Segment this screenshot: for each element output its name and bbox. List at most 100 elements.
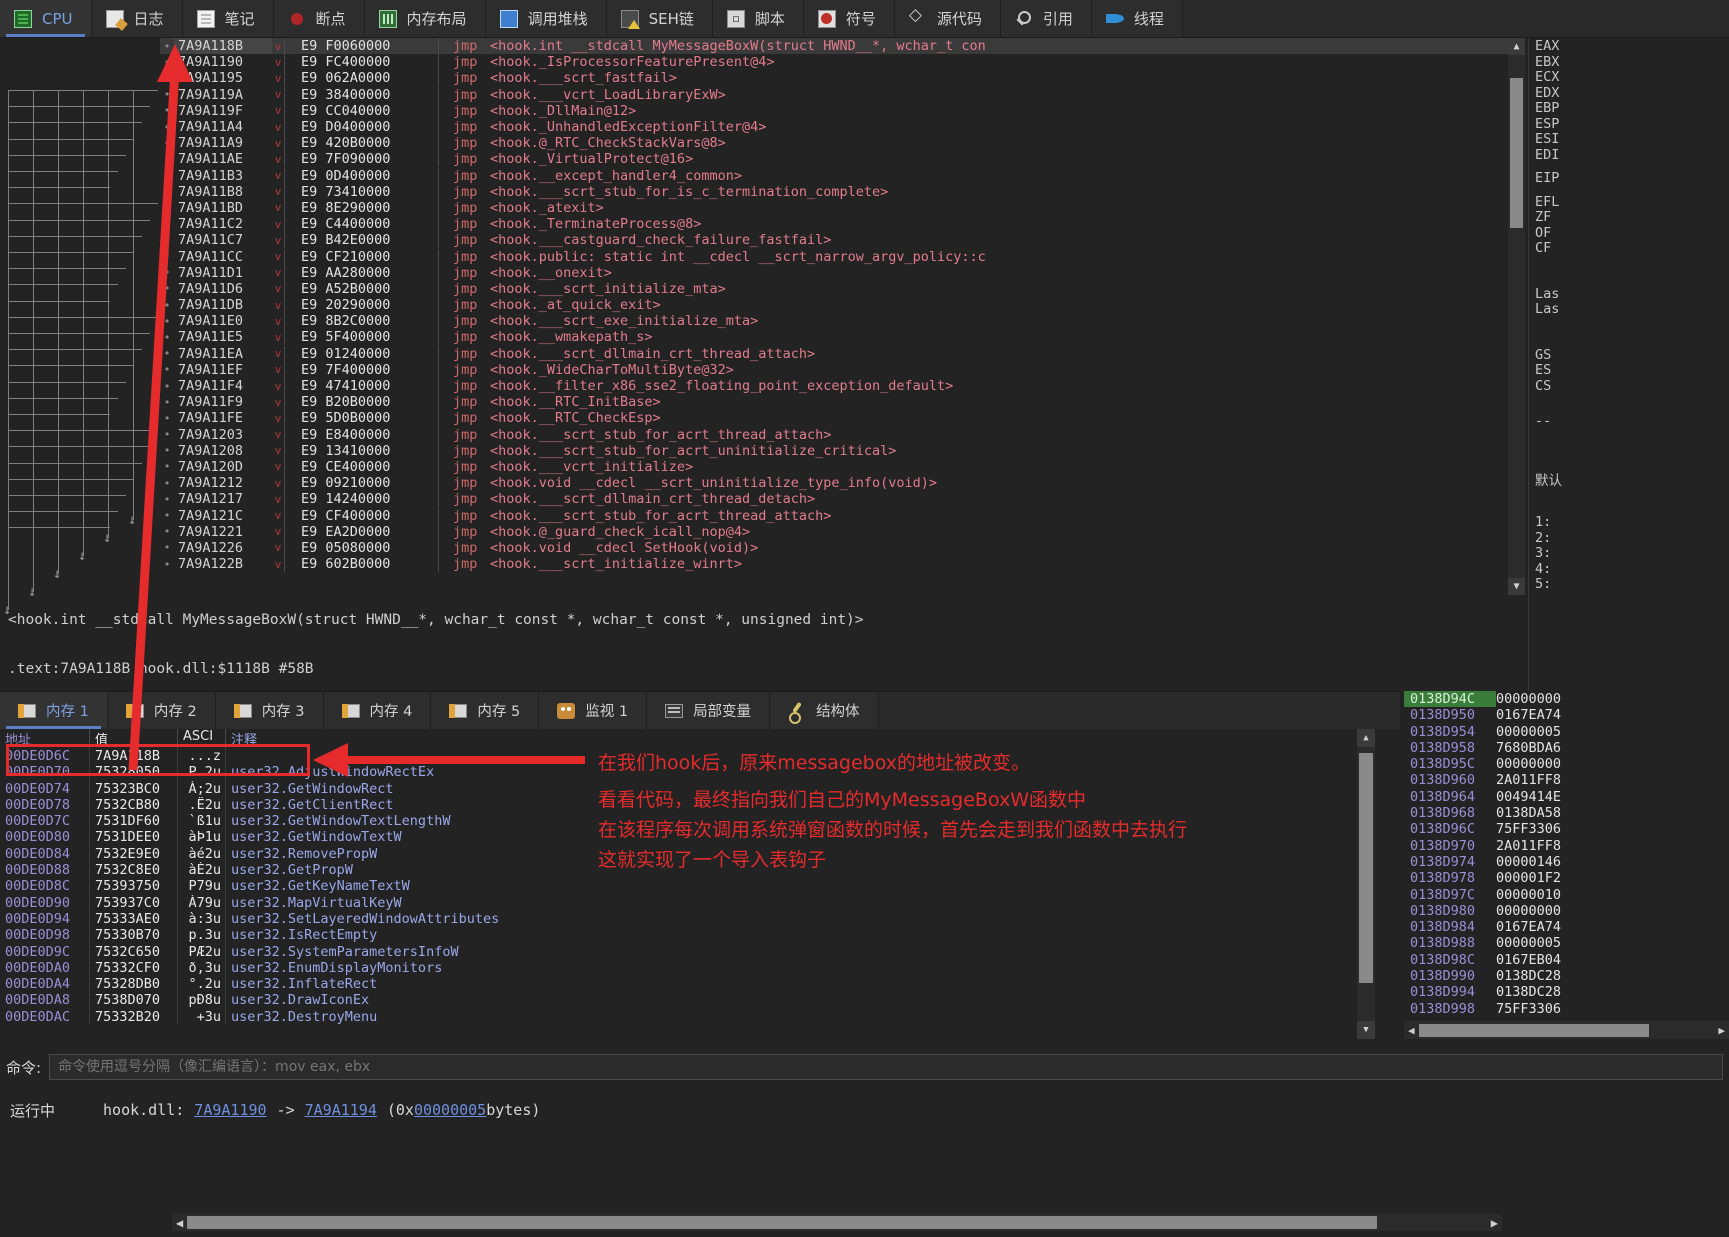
register-row[interactable]: CS [1529, 378, 1729, 394]
stack-row[interactable]: 0138D988 00000005 [1404, 935, 1729, 951]
register-row[interactable]: 5: [1529, 576, 1729, 592]
disassembly-row[interactable]: • 7A9A1217 v E9 14240000 jmp <hook.___scrt_dl… [160, 491, 1525, 508]
register-row[interactable]: EBP [1529, 100, 1729, 116]
dump-row[interactable]: 00DE0DA4 75328DB0 °.2u user32.InflateRect [0, 976, 1375, 993]
disassembly-row[interactable]: • 7A9A122B v E9 602B0000 jmp <hook.___scrt_in… [160, 556, 1525, 573]
dump-row[interactable]: 00DE0DA8 7538D070 pÐ8u user32.DrawIconEx [0, 992, 1375, 1009]
tab-cpu[interactable]: CPU [0, 0, 92, 37]
register-row[interactable]: -- [1529, 413, 1729, 429]
register-row[interactable]: EDI [1529, 147, 1729, 163]
register-row[interactable]: ESP [1529, 116, 1729, 132]
stack-row[interactable]: 0138D990 0138DC28 [1404, 968, 1729, 984]
tab-references[interactable]: 引用 [1000, 0, 1092, 37]
disassembly-vscrollbar[interactable]: ▲ ▼ [1508, 38, 1525, 595]
disassembly-row[interactable]: • 7A9A11BD v E9 8E290000 jmp <hook._atexit> [160, 199, 1525, 216]
scroll-thumb[interactable] [1510, 78, 1523, 228]
stack-row[interactable]: 0138D950 0167EA74 [1404, 707, 1729, 723]
dump-row[interactable]: 00DE0D98 75330B70 p.3u user32.IsRectEmpty [0, 927, 1375, 944]
disassembly-row[interactable]: • 7A9A11C2 v E9 C4400000 jmp <hook._Terminate… [160, 216, 1525, 233]
disassembly-row[interactable]: • 7A9A119F v E9 CC040000 jmp <hook._DllMain@1… [160, 102, 1525, 119]
register-row[interactable]: 1: [1529, 514, 1729, 530]
disassembly-row[interactable]: • 7A9A11AE v E9 7F090000 jmp <hook._VirtualPr… [160, 151, 1525, 168]
tab-threads[interactable]: 线程 [1091, 0, 1183, 37]
tab-source[interactable]: 源代码 [894, 0, 1001, 37]
disassembly-row[interactable]: • 7A9A1226 v E9 05080000 jmp <hook.void __cde… [160, 539, 1525, 556]
disassembly-row[interactable]: • 7A9A11CC v E9 CF210000 jmp <hook.public: st… [160, 248, 1525, 265]
stack-row[interactable]: 0138D954 00000005 [1404, 724, 1729, 740]
tab-symbols[interactable]: 符号 [803, 0, 895, 37]
dump-col-comment[interactable]: 注释 [226, 729, 1375, 748]
register-row[interactable]: EBX [1529, 54, 1729, 70]
stack-panel[interactable]: 0138D94C 00000000 0138D950 0167EA74 0138D954… [1404, 691, 1729, 1039]
disassembly-row[interactable]: • 7A9A11DB v E9 20290000 jmp <hook._at_quick_… [160, 297, 1525, 314]
tab-seh-chain[interactable]: SEH链 [606, 0, 713, 37]
stack-row[interactable]: 0138D960 2A011FF8 [1404, 772, 1729, 788]
disassembly-row[interactable]: • 7A9A11C7 v E9 B42E0000 jmp <hook.___castgua… [160, 232, 1525, 249]
dump-row[interactable]: 00DE0DA0 75332CF0 ð,3u user32.EnumDisplayMo… [0, 959, 1375, 977]
stack-rows[interactable]: 0138D94C 00000000 0138D950 0167EA74 0138D954… [1404, 691, 1729, 1017]
tab-dump-3[interactable]: 内存 3 [215, 692, 324, 729]
dump-scroll-up-arrow[interactable]: ▲ [1357, 729, 1375, 747]
disassembly-row[interactable]: • 7A9A11F4 v E9 47410000 jmp <hook.__filter_x… [160, 378, 1525, 395]
dump-row[interactable]: 00DE0DAC 75332B20 +3u user32.DestroyMenu [0, 1008, 1375, 1026]
disassembly-row[interactable]: • 7A9A11EF v E9 7F400000 jmp <hook._WideCharT… [160, 361, 1525, 378]
disassembly-row[interactable]: • 7A9A1195 v E9 062A0000 jmp <hook.___scrt_fa… [160, 70, 1525, 87]
tab-dump-4[interactable]: 内存 4 [323, 692, 432, 729]
dump-vscrollbar[interactable]: ▲ ▼ [1357, 729, 1375, 1039]
status-from-address[interactable]: 7A9A1190 [194, 1101, 266, 1119]
stack-row[interactable]: 0138D974 00000146 [1404, 854, 1729, 870]
register-row[interactable]: GS [1529, 347, 1729, 363]
disassembly-row[interactable]: • 7A9A11D6 v E9 A52B0000 jmp <hook.___scrt_in… [160, 280, 1525, 297]
stack-row[interactable]: 0138D98C 0167EB04 [1404, 952, 1729, 968]
register-row[interactable]: Las [1529, 301, 1729, 317]
tab-dump-2[interactable]: 内存 2 [107, 692, 216, 729]
disassembly-row[interactable]: • 7A9A120D v E9 CE400000 jmp <hook.___vcrt_in… [160, 458, 1525, 475]
disassembly-row[interactable]: • 7A9A118B v E9 F0060000 jmp <hook.int __stdc… [160, 38, 1525, 55]
register-row[interactable]: Las [1529, 286, 1729, 302]
stack-row[interactable]: 0138D96C 75FF3306 [1404, 821, 1729, 837]
scroll-up-arrow[interactable]: ▲ [1508, 38, 1525, 55]
stack-row[interactable]: 0138D964 0049414E [1404, 789, 1729, 805]
stack-row[interactable]: 0138D94C 00000000 [1404, 691, 1729, 708]
disassembly-row[interactable]: • 7A9A11E5 v E9 5F400000 jmp <hook.__wmakepat… [160, 329, 1525, 346]
disassembly-row[interactable]: • 7A9A119A v E9 38400000 jmp <hook.___vcrt_Lo… [160, 86, 1525, 103]
register-row[interactable]: ES [1529, 362, 1729, 378]
dump-scroll-thumb[interactable] [1359, 753, 1373, 983]
disassembly-row[interactable]: • 7A9A11B3 v E9 0D400000 jmp <hook.__except_h… [160, 167, 1525, 184]
disassembly-row[interactable]: • 7A9A121C v E9 CF400000 jmp <hook.___scrt_st… [160, 507, 1525, 524]
register-row[interactable]: 2: [1529, 530, 1729, 546]
disassembly-row[interactable]: • 7A9A11A4 v E9 D0400000 jmp <hook._Unhandled… [160, 119, 1525, 136]
stack-row[interactable]: 0138D970 2A011FF8 [1404, 838, 1729, 854]
stack-row[interactable]: 0138D984 0167EA74 [1404, 919, 1729, 935]
register-row[interactable]: ECX [1529, 69, 1729, 85]
dump-scroll-down-arrow[interactable]: ▼ [1357, 1021, 1375, 1039]
disassembly-row[interactable]: • 7A9A11A9 v E9 420B0000 jmp <hook.@_RTC_Chec… [160, 135, 1525, 152]
dump-row[interactable]: 00DE0D90 753937C0 À79u user32.MapVirtualKey… [0, 894, 1375, 911]
disassembly-row[interactable]: • 7A9A11F9 v E9 B20B0000 jmp <hook.__RTC_Init… [160, 394, 1525, 411]
stack-row[interactable]: 0138D958 7680BDA6 [1404, 740, 1729, 756]
stack-row[interactable]: 0138D978 000001F2 [1404, 870, 1729, 886]
stack-scroll-left-arrow[interactable]: ◀ [1404, 1024, 1419, 1037]
dump-row[interactable]: 00DE0D9C 7532C650 PÆ2u user32.SystemParamet… [0, 943, 1375, 960]
status-size-value[interactable]: 00000005 [414, 1101, 486, 1119]
dump-row[interactable]: 00DE0D8C 75393750 P79u user32.GetKeyNameTex… [0, 878, 1375, 895]
tab-log[interactable]: 日志 [91, 0, 183, 37]
disassembly-row[interactable]: • 7A9A1203 v E9 E8400000 jmp <hook.___scrt_st… [160, 426, 1525, 443]
stack-row[interactable]: 0138D994 0138DC28 [1404, 984, 1729, 1000]
stack-hscrollbar[interactable]: ◀ ▶ [1404, 1021, 1729, 1039]
register-row[interactable]: EDX [1529, 85, 1729, 101]
register-row[interactable]: EAX [1529, 38, 1729, 54]
scroll-right-arrow[interactable]: ▶ [1487, 1216, 1502, 1230]
disassembly-row[interactable]: • 7A9A11D1 v E9 AA280000 jmp <hook.__onexit> [160, 264, 1525, 281]
disassembly-row[interactable]: • 7A9A1221 v E9 EA2D0000 jmp <hook.@_guard_ch… [160, 523, 1525, 540]
tab-dump-1[interactable]: 内存 1 [0, 692, 108, 729]
disassembly-rows[interactable]: • 7A9A118B v E9 F0060000 jmp <hook.int __stdc… [160, 38, 1525, 595]
stack-row[interactable]: 0138D980 00000000 [1404, 903, 1729, 919]
registers-panel[interactable]: EAX EBX ECX EDX EBP ESP ESI EDI EIP EFL ZF OF CF Las L… [1528, 38, 1729, 691]
register-row[interactable]: 4: [1529, 561, 1729, 577]
disassembly-panel[interactable]: ↓ ↓ ↓ ↓ ↓ ↓ • 7A9A118B v E9 F0060000 jmp <hook.int… [0, 38, 1525, 617]
tab-watch-1[interactable]: 监视 1 [539, 692, 648, 729]
disassembly-row[interactable]: • 7A9A11EA v E9 01240000 jmp <hook.___scrt_dl… [160, 345, 1525, 362]
register-row[interactable]: EIP [1529, 170, 1729, 186]
tab-locals[interactable]: 局部变量 [647, 692, 771, 729]
